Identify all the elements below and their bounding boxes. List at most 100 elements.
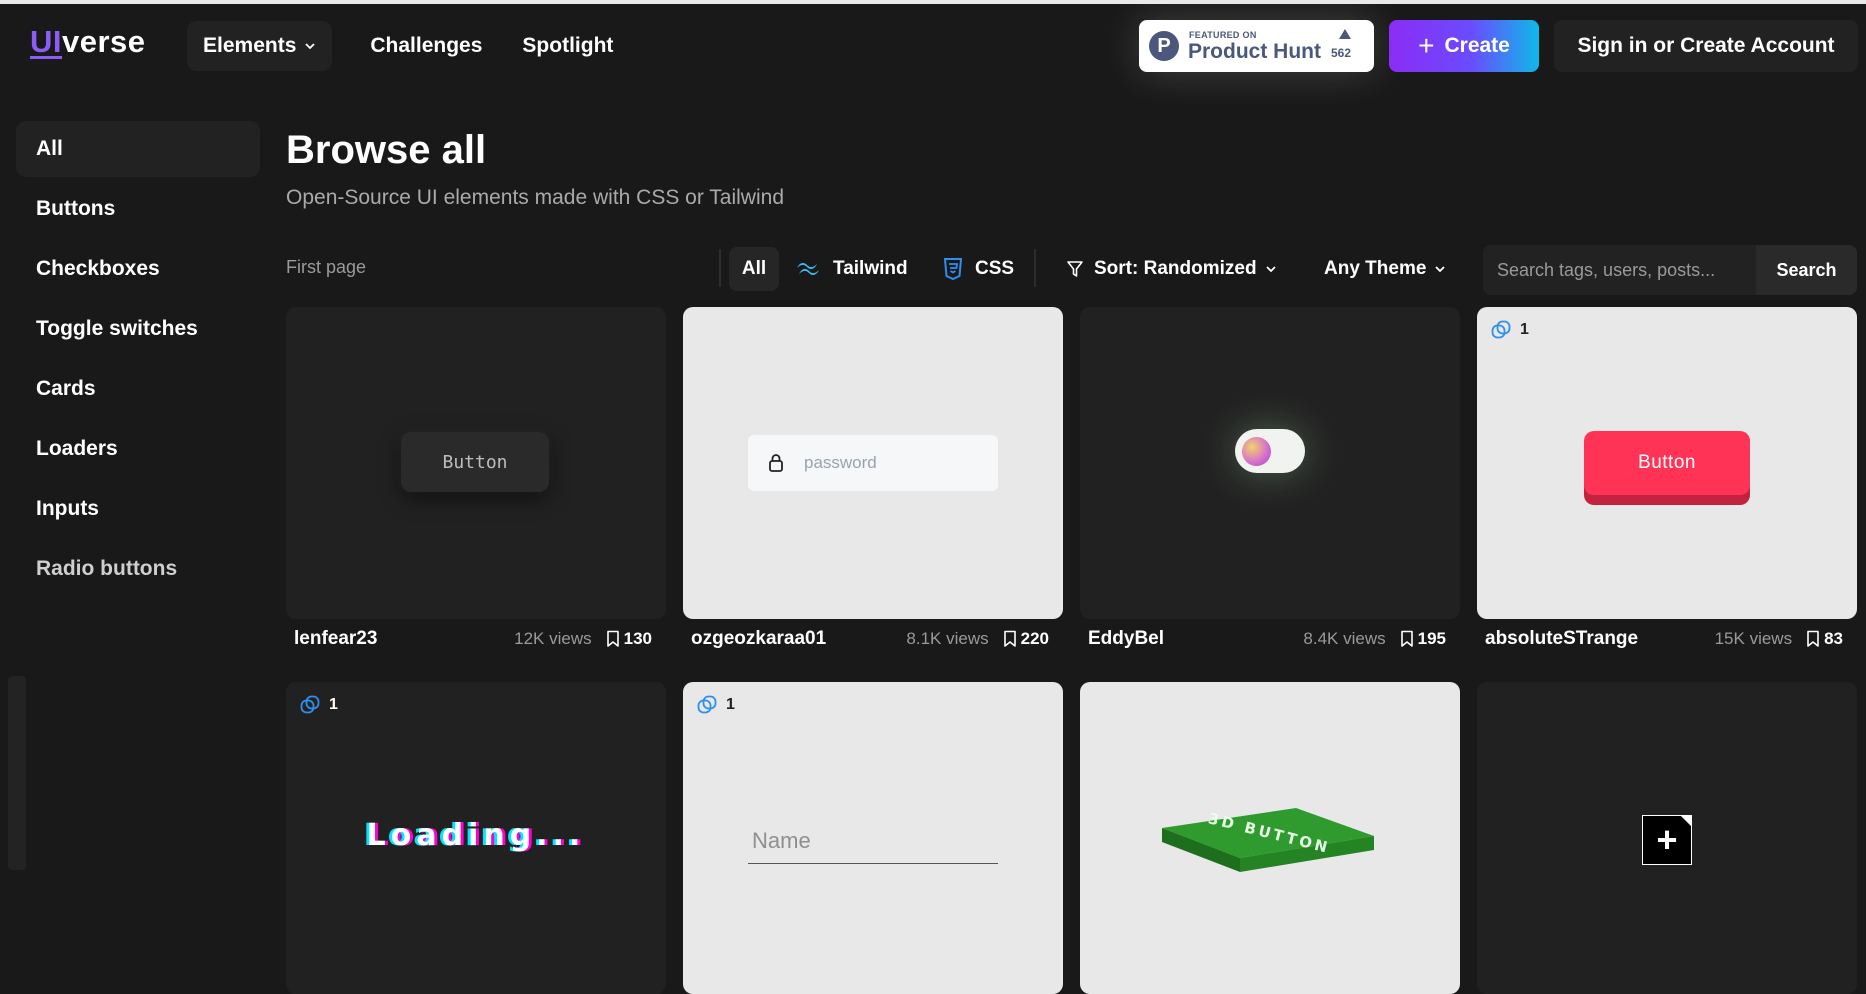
page-subtitle: Open-Source UI elements made with CSS or… xyxy=(286,186,785,209)
upvote-triangle-icon xyxy=(1339,29,1351,39)
variants-count: 1 xyxy=(726,696,735,713)
search-button[interactable]: Search xyxy=(1756,245,1857,295)
sidebar-item-radio-buttons[interactable]: Radio buttons xyxy=(16,541,260,597)
preview-button[interactable]: Button xyxy=(401,432,549,492)
bookmark-icon[interactable] xyxy=(1806,630,1820,648)
nav-elements-label: Elements xyxy=(203,34,297,57)
sort-dropdown[interactable]: Sort: Randomized xyxy=(1066,247,1277,291)
card-author-link[interactable]: absoluteSTrange xyxy=(1477,628,1638,650)
card-author-link[interactable]: lenfear23 xyxy=(286,628,377,650)
bookmark-icon[interactable] xyxy=(1003,630,1017,648)
bookmark-icon[interactable] xyxy=(1400,630,1414,648)
card-views: 8.1K views xyxy=(906,629,989,648)
sidebar-item-toggle-switches[interactable]: Toggle switches xyxy=(16,301,260,357)
toggle-knob xyxy=(1242,437,1271,466)
filter-all-button[interactable]: All xyxy=(729,247,779,291)
nav-spotlight-link[interactable]: Spotlight xyxy=(506,21,629,71)
filter-divider xyxy=(719,249,721,287)
preview-3d-button[interactable]: 3D BUTTON xyxy=(1148,800,1388,880)
filter-css-button[interactable]: CSS xyxy=(943,247,1014,291)
corner-fold xyxy=(1680,815,1692,827)
preview-password-input[interactable]: password xyxy=(748,435,998,491)
product-hunt-featured-text: FEATURED ON xyxy=(1189,30,1257,40)
nav-challenges-link[interactable]: Challenges xyxy=(354,21,498,71)
element-card[interactable] xyxy=(1080,307,1460,619)
nav-elements-dropdown[interactable]: Elements xyxy=(187,21,333,71)
filter-icon xyxy=(1067,261,1083,277)
producthunt-logo-icon: P xyxy=(1149,31,1179,61)
card-saves: 130 xyxy=(623,629,652,648)
variants-icon xyxy=(1491,320,1511,339)
element-card[interactable]: 1 Name xyxy=(683,682,1063,994)
sidebar-scrollbar[interactable] xyxy=(8,676,26,870)
product-hunt-name: Product Hunt xyxy=(1188,40,1321,63)
sort-label: Sort: Randomized xyxy=(1094,258,1257,279)
tailwind-icon xyxy=(797,263,819,275)
card-author-link[interactable]: EddyBel xyxy=(1080,628,1164,650)
logo-verse: verse xyxy=(62,24,146,59)
top-navbar: UIverse Elements Challenges Spotlight P … xyxy=(0,4,1866,86)
preview-plus-button[interactable]: + xyxy=(1642,815,1692,865)
logo-ui: UI xyxy=(30,24,62,59)
preview-toggle-switch[interactable] xyxy=(1235,429,1305,473)
element-card[interactable]: 1 Loading... xyxy=(286,682,666,994)
create-label: Create xyxy=(1444,34,1510,57)
password-placeholder: password xyxy=(804,453,877,472)
card-meta: absoluteSTrange 15K views 83 xyxy=(1477,624,1857,654)
main-nav: Elements Challenges Spotlight xyxy=(187,21,629,71)
sidebar-item-checkboxes[interactable]: Checkboxes xyxy=(16,241,260,297)
sign-in-button[interactable]: Sign in or Create Account xyxy=(1554,20,1858,72)
card-meta: ozgeozkaraa01 8.1K views 220 xyxy=(683,624,1063,654)
create-button[interactable]: + Create xyxy=(1389,20,1539,72)
chevron-down-icon xyxy=(1435,266,1446,273)
card-meta: lenfear23 12K views 130 xyxy=(286,624,666,654)
lock-icon xyxy=(769,454,783,472)
chevron-down-icon xyxy=(305,43,316,50)
variants-badge: 1 xyxy=(697,695,735,715)
card-stats: 15K views 83 xyxy=(1715,629,1857,649)
element-card[interactable]: 1 Button xyxy=(1477,307,1857,619)
element-card[interactable]: + xyxy=(1477,682,1857,994)
theme-dropdown[interactable]: Any Theme xyxy=(1324,247,1446,291)
sidebar-item-cards[interactable]: Cards xyxy=(16,361,260,417)
variants-count: 1 xyxy=(329,696,338,713)
filter-css-label: CSS xyxy=(975,258,1015,279)
card-views: 8.4K views xyxy=(1303,629,1386,648)
uiverse-logo[interactable]: UIverse xyxy=(30,24,146,60)
element-card[interactable]: password xyxy=(683,307,1063,619)
product-hunt-count: 562 xyxy=(1331,46,1352,60)
preview-loader-text: Loading... xyxy=(366,818,586,853)
variants-badge: 1 xyxy=(1491,320,1529,340)
card-author-link[interactable]: ozgeozkaraa01 xyxy=(683,628,826,650)
filter-tailwind-button[interactable]: Tailwind xyxy=(795,247,908,291)
plus-icon: + xyxy=(1418,30,1435,61)
card-saves: 83 xyxy=(1824,629,1843,648)
search-bar: Search xyxy=(1483,245,1857,295)
sidebar-item-inputs[interactable]: Inputs xyxy=(16,481,260,537)
page-title: Browse all xyxy=(286,128,487,172)
card-stats: 8.1K views 220 xyxy=(906,629,1063,649)
card-saves: 220 xyxy=(1020,629,1049,648)
preview-button[interactable]: Button xyxy=(1584,431,1750,495)
variants-icon xyxy=(300,695,320,714)
theme-label: Any Theme xyxy=(1324,258,1427,279)
sidebar-item-all[interactable]: All xyxy=(16,121,260,177)
element-card[interactable]: Button xyxy=(286,307,666,619)
card-meta: EddyBel 8.4K views 195 xyxy=(1080,624,1460,654)
bookmark-icon[interactable] xyxy=(606,630,620,648)
preview-name-input[interactable]: Name xyxy=(748,828,998,864)
card-saves: 195 xyxy=(1417,629,1446,648)
sidebar-item-loaders[interactable]: Loaders xyxy=(16,421,260,477)
css3-icon xyxy=(943,258,963,280)
product-hunt-badge[interactable]: P FEATURED ON Product Hunt 562 xyxy=(1139,20,1374,72)
card-views: 12K views xyxy=(514,629,592,648)
chevron-down-icon xyxy=(1265,266,1276,273)
plus-icon: + xyxy=(1656,819,1678,860)
pagination-label: First page xyxy=(286,257,367,277)
card-views: 15K views xyxy=(1714,629,1793,648)
card-stats: 8.4K views 195 xyxy=(1303,629,1460,649)
search-input[interactable] xyxy=(1483,245,1755,295)
sidebar-item-buttons[interactable]: Buttons xyxy=(16,181,260,237)
category-sidebar: All Buttons Checkboxes Toggle switches C… xyxy=(16,121,260,601)
element-card[interactable]: 3D BUTTON xyxy=(1080,682,1460,994)
